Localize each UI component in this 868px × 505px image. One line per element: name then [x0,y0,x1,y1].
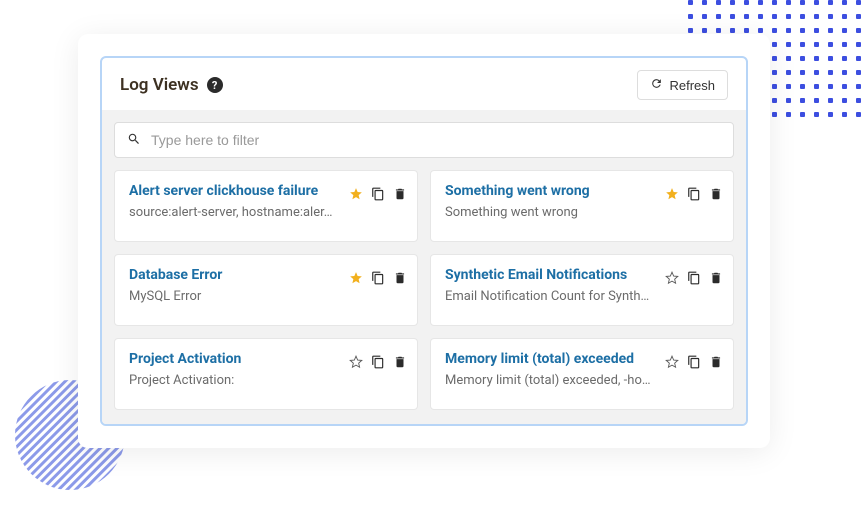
star-icon[interactable] [349,271,363,285]
page-title: Log Views [120,75,199,95]
search-icon [127,131,141,150]
card-title: Database Error [129,267,319,283]
trash-icon[interactable] [393,187,407,201]
panel-body: Alert server clickhouse failure source:a… [102,110,746,426]
log-view-card[interactable]: Alert server clickhouse failure source:a… [114,170,418,242]
card-title: Project Activation [129,351,319,367]
star-icon[interactable] [665,187,679,201]
star-icon[interactable] [665,271,679,285]
card-subtitle: MySQL Error [129,289,349,304]
panel-header: Log Views ? Refresh [102,58,746,110]
copy-icon[interactable] [371,187,385,201]
card-title: Alert server clickhouse failure [129,183,319,199]
card-subtitle: Project Activation: [129,373,349,388]
card-title: Memory limit (total) exceeded [445,351,635,367]
refresh-button[interactable]: Refresh [637,70,728,100]
log-views-panel: Log Views ? Refresh Alert server clickho… [100,56,748,426]
log-view-card[interactable]: Project Activation Project Activation: [114,338,418,410]
log-view-card[interactable]: Synthetic Email Notifications Email Noti… [430,254,734,326]
copy-icon[interactable] [687,271,701,285]
card-subtitle: Something went wrong [445,205,665,220]
cards-grid: Alert server clickhouse failure source:a… [114,170,734,410]
star-icon[interactable] [665,355,679,369]
card-subtitle: source:alert-server, hostname:aler… [129,205,349,220]
card-subtitle: Email Notification Count for Synth… [445,289,665,304]
card-title: Something went wrong [445,183,635,199]
window-card: Log Views ? Refresh Alert server clickho… [78,34,770,448]
star-icon[interactable] [349,355,363,369]
refresh-icon [650,77,663,93]
copy-icon[interactable] [371,355,385,369]
help-icon[interactable]: ? [207,77,223,93]
log-view-card[interactable]: Memory limit (total) exceeded Memory lim… [430,338,734,410]
star-icon[interactable] [349,187,363,201]
filter-input[interactable] [151,132,721,148]
refresh-label: Refresh [669,78,715,93]
filter-box[interactable] [114,122,734,158]
trash-icon[interactable] [393,355,407,369]
copy-icon[interactable] [687,187,701,201]
trash-icon[interactable] [709,271,723,285]
log-view-card[interactable]: Something went wrong Something went wron… [430,170,734,242]
trash-icon[interactable] [393,271,407,285]
log-view-card[interactable]: Database Error MySQL Error [114,254,418,326]
copy-icon[interactable] [371,271,385,285]
trash-icon[interactable] [709,355,723,369]
copy-icon[interactable] [687,355,701,369]
trash-icon[interactable] [709,187,723,201]
card-title: Synthetic Email Notifications [445,267,635,283]
card-subtitle: Memory limit (total) exceeded, -ho… [445,373,665,388]
